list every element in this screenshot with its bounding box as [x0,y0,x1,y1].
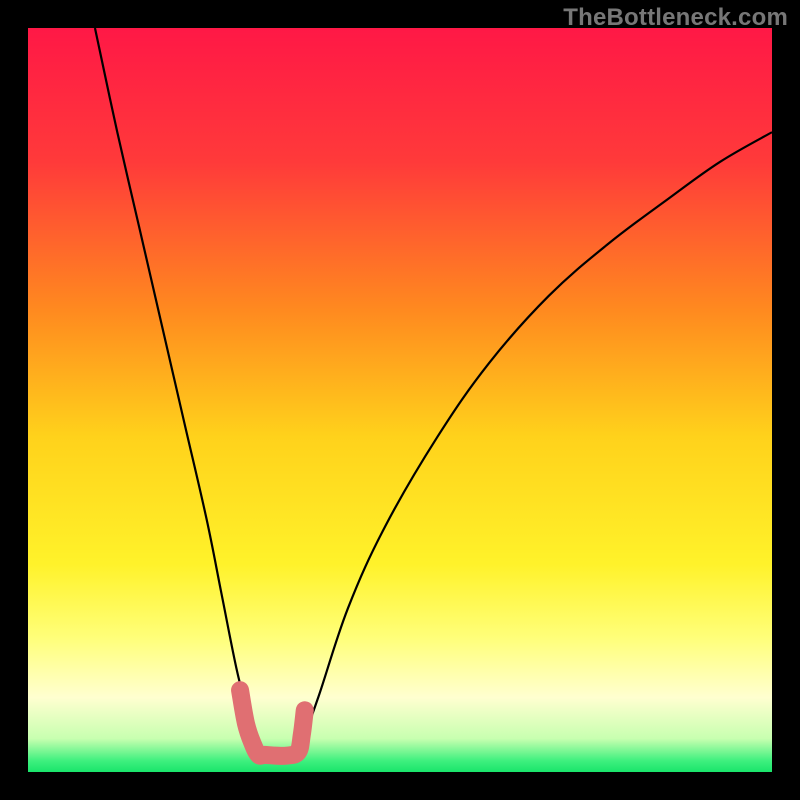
chart-frame: TheBottleneck.com [0,0,800,800]
gradient-background [28,28,772,772]
bottleneck-chart [28,28,772,772]
plot-area [28,28,772,772]
